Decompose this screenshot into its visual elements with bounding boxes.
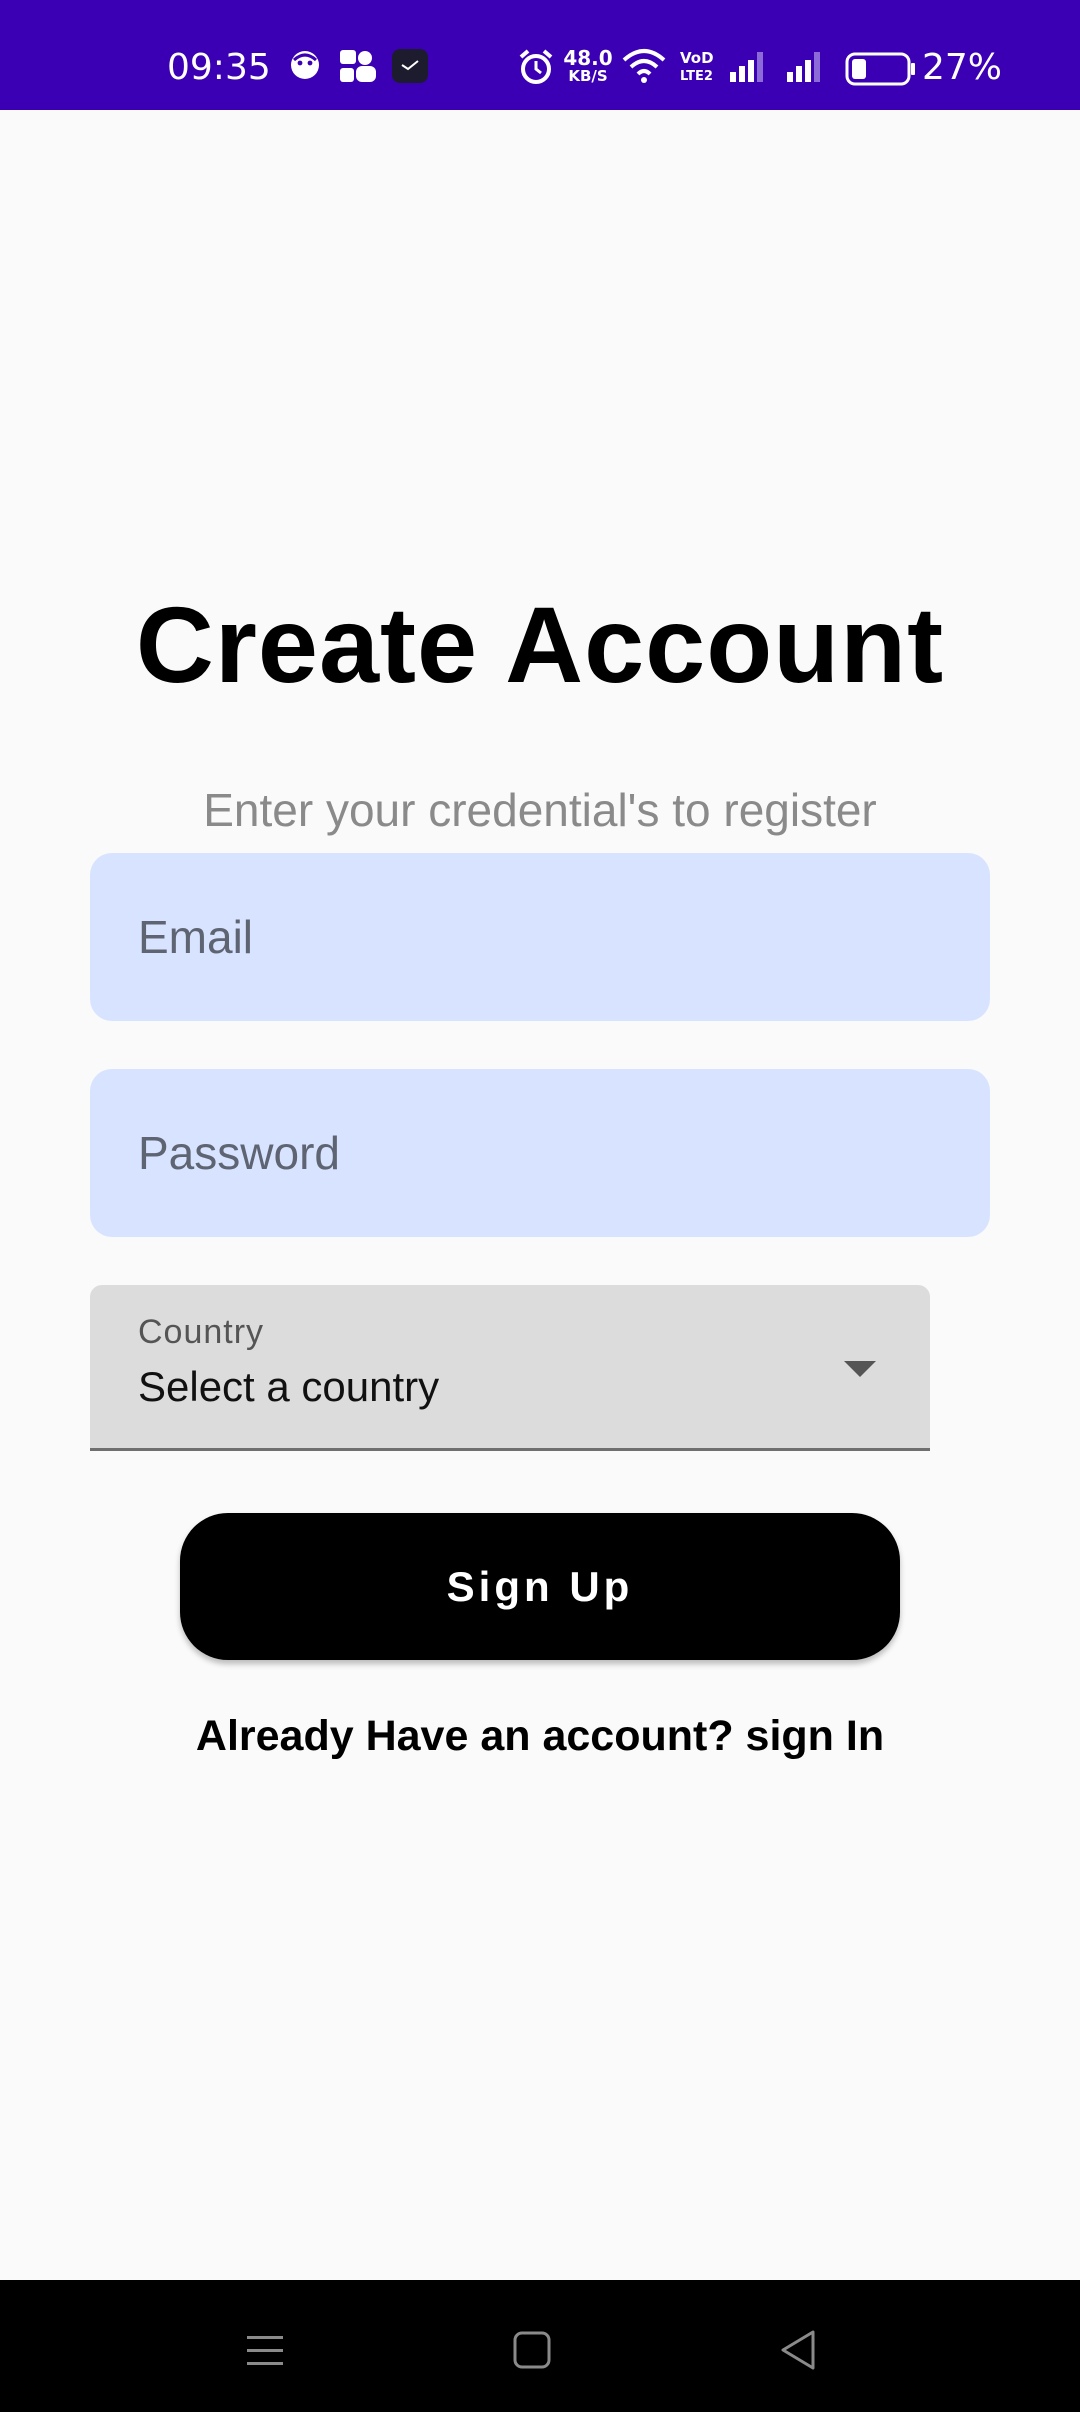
email-placeholder: Email <box>138 911 254 963</box>
signup-button[interactable]: Sign Up <box>180 1513 900 1660</box>
page-subtitle: Enter your credential's to register <box>203 784 877 836</box>
password-placeholder: Password <box>138 1127 340 1179</box>
notification-contacts-icon <box>340 50 376 82</box>
battery-percent: 27% <box>922 47 1003 88</box>
alarm-icon <box>519 49 553 84</box>
status-time: 09:35 <box>167 47 271 88</box>
country-label: Country <box>138 1313 265 1351</box>
wifi-icon <box>622 49 666 83</box>
network-speed-value: 48.0 <box>563 46 613 70</box>
signin-link[interactable]: Already Have an account? sign In <box>0 1708 1080 1764</box>
network-speed: 48.0 KB/S <box>562 48 614 85</box>
notification-app-icon <box>392 49 428 83</box>
page-title: Create Account <box>135 584 945 705</box>
volte-icon: VoD LTE2 <box>680 49 714 84</box>
password-field[interactable]: Password <box>90 1069 990 1237</box>
svg-text:LTE2: LTE2 <box>680 69 713 84</box>
country-dropdown[interactable]: Country Select a country <box>90 1285 930 1451</box>
signal-icon <box>787 52 820 82</box>
home-icon[interactable] <box>502 2320 562 2380</box>
notification-face-icon <box>291 51 319 79</box>
network-speed-unit: KB/S <box>568 67 608 85</box>
email-field[interactable]: Email <box>90 853 990 1021</box>
battery-icon <box>845 52 915 86</box>
navigation-bar <box>0 2280 1080 2412</box>
signal-icon <box>730 52 763 82</box>
back-icon[interactable] <box>769 2320 829 2380</box>
svg-text:VoD: VoD <box>680 49 714 67</box>
menu-icon[interactable] <box>235 2320 295 2380</box>
chevron-down-icon <box>844 1361 876 1377</box>
status-bar: 09:35 48.0 KB/S VoD LTE2 27% <box>0 0 1080 110</box>
country-selected-value: Select a country <box>138 1363 440 1410</box>
